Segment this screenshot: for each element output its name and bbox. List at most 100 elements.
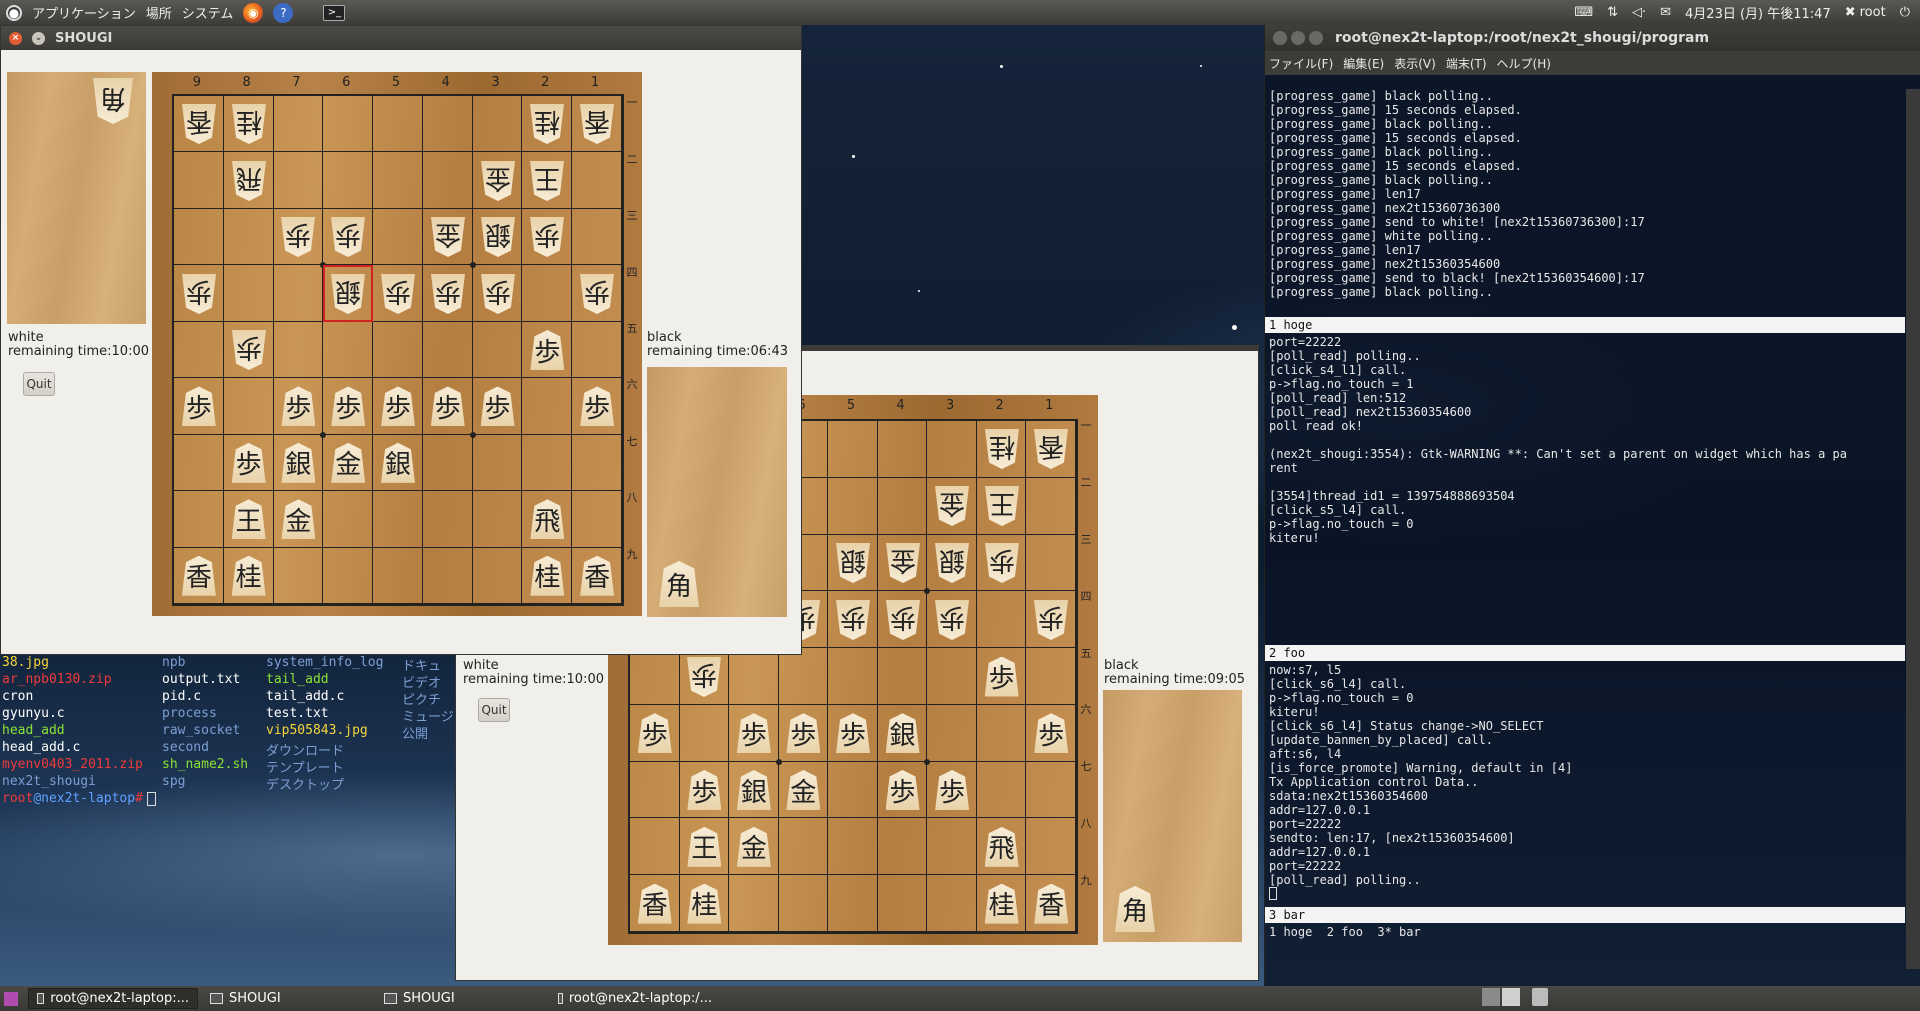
shogi-piece[interactable]: 王 xyxy=(687,826,722,867)
terminal-menu-item[interactable]: 編集(E) xyxy=(1343,55,1384,72)
network-icon[interactable]: ⇅ xyxy=(1607,5,1618,20)
quit-button[interactable]: Quit xyxy=(478,698,510,722)
applications-menu[interactable]: アプリケーション xyxy=(32,3,136,22)
shogi-piece[interactable]: 銀 xyxy=(381,442,415,483)
mail-icon[interactable]: ✉ xyxy=(1660,5,1671,20)
places-menu[interactable]: 場所 xyxy=(146,3,172,22)
shogi-piece[interactable]: 金 xyxy=(736,826,771,867)
shogi-piece[interactable]: 香 xyxy=(1034,883,1069,924)
shogi-piece[interactable]: 飛 xyxy=(530,499,565,540)
captured-piece[interactable]: 角 xyxy=(659,561,699,607)
shogi-piece[interactable]: 歩 xyxy=(281,386,316,427)
shogi-piece[interactable]: 歩 xyxy=(637,713,672,754)
shogi-piece[interactable]: 飛 xyxy=(984,826,1019,867)
workspace-switcher[interactable] xyxy=(1482,988,1520,1006)
shogi-piece[interactable]: 歩 xyxy=(836,600,870,640)
shogi-piece[interactable]: 飛 xyxy=(232,161,266,201)
shogi-piece[interactable]: 金 xyxy=(281,499,316,540)
shogi-piece[interactable]: 歩 xyxy=(331,386,366,427)
maximize-icon[interactable] xyxy=(1309,31,1323,45)
shogi-board[interactable]: 香桂桂香飛金王歩歩金銀歩歩銀歩歩歩歩歩歩歩歩歩歩歩歩歩歩銀金銀王金飛香桂桂香 xyxy=(172,94,624,606)
window-titlebar[interactable]: × ⌄ SHOUGI xyxy=(1,26,801,50)
trash-icon[interactable] xyxy=(1532,988,1548,1006)
shogi-piece[interactable]: 歩 xyxy=(430,386,465,427)
shogi-piece[interactable]: 歩 xyxy=(885,770,920,811)
system-menu[interactable]: システム xyxy=(182,3,234,22)
user-menu[interactable]: ✖ root xyxy=(1845,5,1886,20)
clock[interactable]: 4月23日 (月) 午後11:47 xyxy=(1685,3,1831,22)
shogi-piece[interactable]: 歩 xyxy=(1034,713,1069,754)
terminal-menu-item[interactable]: 端末(T) xyxy=(1446,55,1487,72)
shogi-piece[interactable]: 香 xyxy=(181,555,216,596)
white-captured-area[interactable]: 角 xyxy=(7,72,146,324)
shogi-piece[interactable]: 歩 xyxy=(580,386,615,427)
captured-piece[interactable]: 角 xyxy=(93,78,133,124)
shogi-piece[interactable]: 金 xyxy=(786,770,821,811)
shogi-piece[interactable]: 歩 xyxy=(182,274,216,314)
shogi-piece[interactable]: 歩 xyxy=(687,770,722,811)
terminal-body[interactable]: [progress_game] black polling.. [progress… xyxy=(1265,75,1920,986)
shogi-piece[interactable]: 歩 xyxy=(1034,600,1068,640)
shogi-piece[interactable]: 歩 xyxy=(935,600,969,640)
taskbar-item[interactable]: root@nex2t-laptop:/... xyxy=(550,988,720,1009)
taskbar-item[interactable]: SHOUGI xyxy=(202,988,372,1009)
shogi-piece[interactable]: 歩 xyxy=(886,600,920,640)
terminal-scrollbar[interactable] xyxy=(1906,89,1920,969)
shogi-piece[interactable]: 歩 xyxy=(231,442,266,483)
shogi-piece[interactable]: 歩 xyxy=(786,713,821,754)
shogi-piece[interactable]: 王 xyxy=(530,161,564,201)
shogi-piece[interactable]: 銀 xyxy=(885,713,920,754)
shogi-piece[interactable]: 桂 xyxy=(530,555,565,596)
terminal-menu-item[interactable]: ファイル(F) xyxy=(1269,55,1333,72)
shogi-piece[interactable]: 桂 xyxy=(231,555,266,596)
shogi-piece[interactable]: 歩 xyxy=(836,713,870,754)
pane-label-foo[interactable]: 2 foo xyxy=(1265,645,1905,661)
terminal-menu-item[interactable]: 表示(V) xyxy=(1394,55,1436,72)
shogi-piece[interactable]: 金 xyxy=(481,161,515,201)
pane-label-hoge[interactable]: 1 hoge xyxy=(1265,317,1905,333)
shogi-piece[interactable]: 歩 xyxy=(687,657,721,697)
black-captured-area[interactable]: 角 xyxy=(647,367,787,617)
shogi-piece[interactable]: 歩 xyxy=(530,330,565,370)
shogi-piece[interactable]: 銀 xyxy=(736,770,771,811)
pane-label-bar[interactable]: 3 bar xyxy=(1265,907,1905,923)
black-captured-area[interactable]: 角 xyxy=(1103,690,1242,942)
ubuntu-logo-icon[interactable]: ● xyxy=(6,4,22,21)
shogi-piece[interactable]: 銀 xyxy=(836,543,870,583)
shogi-piece[interactable]: 香 xyxy=(637,883,672,924)
taskbar-item[interactable]: SHOUGI xyxy=(376,988,546,1009)
show-desktop-icon[interactable] xyxy=(4,991,18,1006)
help-icon[interactable]: ? xyxy=(273,2,294,23)
shogi-piece[interactable]: 歩 xyxy=(480,386,515,427)
quit-button[interactable]: Quit xyxy=(23,372,55,396)
shogi-piece[interactable]: 歩 xyxy=(181,386,216,427)
close-icon[interactable]: × xyxy=(9,31,22,45)
shogi-piece[interactable]: 歩 xyxy=(381,274,415,314)
minimize-icon[interactable] xyxy=(1291,31,1305,45)
shogi-piece[interactable]: 歩 xyxy=(381,386,415,427)
close-icon[interactable] xyxy=(1273,31,1287,45)
minimize-icon[interactable]: ⌄ xyxy=(32,31,45,45)
captured-piece[interactable]: 角 xyxy=(1115,886,1155,932)
terminal-menu-item[interactable]: ヘルプ(H) xyxy=(1497,55,1551,72)
shogi-piece[interactable]: 桂 xyxy=(687,883,722,924)
shogi-piece[interactable]: 桂 xyxy=(984,883,1019,924)
shogi-piece[interactable]: 歩 xyxy=(984,656,1019,697)
taskbar-item[interactable]: root@nex2t-laptop:... xyxy=(28,988,198,1009)
volume-icon[interactable]: ◁· xyxy=(1632,5,1646,20)
shogi-piece[interactable]: 銀 xyxy=(331,274,365,314)
terminal-titlebar[interactable]: root@nex2t-laptop:/root/nex2t_shougi/pro… xyxy=(1265,25,1920,51)
terminal-launcher-icon[interactable]: >_ xyxy=(323,4,346,21)
keyboard-icon[interactable]: ⌨ xyxy=(1574,5,1593,20)
shogi-piece[interactable]: 歩 xyxy=(736,713,771,754)
shogi-piece[interactable]: 歩 xyxy=(580,274,614,314)
shogi-piece[interactable]: 香 xyxy=(580,555,615,596)
firefox-icon[interactable]: ◉ xyxy=(243,2,264,23)
shogi-piece[interactable]: 銀 xyxy=(935,543,969,583)
shogi-piece[interactable]: 歩 xyxy=(935,770,970,811)
power-icon[interactable]: ⏻ xyxy=(1900,5,1910,20)
shogi-piece[interactable]: 銀 xyxy=(281,442,316,483)
shogi-piece[interactable]: 歩 xyxy=(431,274,465,314)
shogi-piece[interactable]: 金 xyxy=(331,442,366,483)
shogi-piece[interactable]: 王 xyxy=(231,499,266,540)
